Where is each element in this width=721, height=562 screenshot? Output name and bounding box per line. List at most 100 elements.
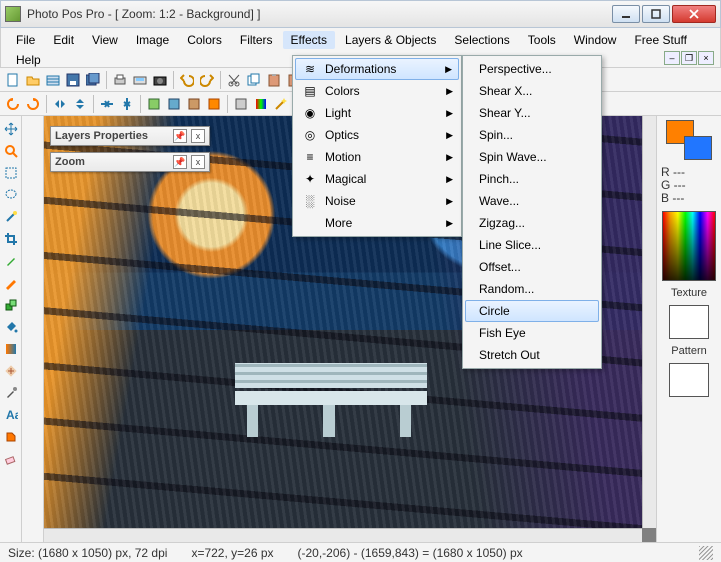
menuitem-stretch-out[interactable]: Stretch Out <box>465 344 599 366</box>
effect-b-button[interactable] <box>165 95 183 113</box>
menu-colors[interactable]: Colors <box>179 31 230 49</box>
background-swatch[interactable] <box>684 136 712 160</box>
copy-button[interactable] <box>245 71 263 89</box>
menu-view[interactable]: View <box>84 31 126 49</box>
effect-d-button[interactable] <box>205 95 223 113</box>
scanner-button[interactable] <box>131 71 149 89</box>
menuitem-random[interactable]: Random... <box>465 278 599 300</box>
texture-well[interactable] <box>669 305 709 339</box>
eraser-tool[interactable] <box>2 450 20 468</box>
menuitem-shear-x[interactable]: Shear X... <box>465 80 599 102</box>
shrink-v-button[interactable] <box>118 95 136 113</box>
wand-button[interactable] <box>272 95 290 113</box>
menuitem-magical[interactable]: ✦Magical▶ <box>295 168 459 190</box>
menu-effects[interactable]: Effects <box>283 31 335 49</box>
print-button[interactable] <box>111 71 129 89</box>
shrink-h-button[interactable] <box>98 95 116 113</box>
menu-help[interactable]: Help <box>8 51 49 69</box>
camera-button[interactable] <box>151 71 169 89</box>
menuitem-label: Circle <box>475 304 585 318</box>
crop-button[interactable] <box>232 95 250 113</box>
cut-button[interactable] <box>225 71 243 89</box>
menuitem-perspective[interactable]: Perspective... <box>465 58 599 80</box>
menuitem-shear-y[interactable]: Shear Y... <box>465 102 599 124</box>
saveall-button[interactable] <box>84 71 102 89</box>
menuitem-deformations[interactable]: ≋Deformations▶ <box>295 58 459 80</box>
move-tool[interactable] <box>2 120 20 138</box>
eyedropper-tool[interactable] <box>2 384 20 402</box>
text-tool[interactable]: Aa <box>2 406 20 424</box>
fill-tool[interactable] <box>2 318 20 336</box>
window-close-button[interactable] <box>672 5 716 23</box>
open-button[interactable] <box>24 71 42 89</box>
rotate-ccw-button[interactable] <box>4 95 22 113</box>
menu-edit[interactable]: Edit <box>45 31 82 49</box>
rect-select-tool[interactable] <box>2 164 20 182</box>
resize-grip[interactable] <box>699 546 713 560</box>
menuitem-spin[interactable]: Spin... <box>465 124 599 146</box>
menuitem-noise[interactable]: ░Noise▶ <box>295 190 459 212</box>
healing-tool[interactable] <box>2 362 20 380</box>
close-icon[interactable]: x <box>191 129 205 143</box>
mdi-minimize-button[interactable]: – <box>664 51 680 65</box>
menuitem-circle[interactable]: Circle <box>465 300 599 322</box>
menuitem-optics[interactable]: ◎Optics▶ <box>295 124 459 146</box>
effect-c-button[interactable] <box>185 95 203 113</box>
flip-v-button[interactable] <box>71 95 89 113</box>
pin-icon[interactable]: 📌 <box>173 129 187 143</box>
menuitem-motion[interactable]: ≡Motion▶ <box>295 146 459 168</box>
clone-tool[interactable] <box>2 296 20 314</box>
hue-button[interactable] <box>252 95 270 113</box>
menuitem-colors[interactable]: ▤Colors▶ <box>295 80 459 102</box>
new-button[interactable] <box>4 71 22 89</box>
save-button[interactable] <box>64 71 82 89</box>
lasso-tool[interactable] <box>2 186 20 204</box>
zoom-tool[interactable] <box>2 142 20 160</box>
flip-h-button[interactable] <box>51 95 69 113</box>
menu-tools[interactable]: Tools <box>520 31 564 49</box>
shape-tool[interactable] <box>2 428 20 446</box>
mdi-close-button[interactable]: × <box>698 51 714 65</box>
layers-panel-button[interactable] <box>44 71 62 89</box>
menu-image[interactable]: Image <box>128 31 177 49</box>
menuitem-pinch[interactable]: Pinch... <box>465 168 599 190</box>
close-icon[interactable]: x <box>191 155 205 169</box>
rotate-cw-button[interactable] <box>24 95 42 113</box>
gradient-tool[interactable] <box>2 340 20 358</box>
crop-tool[interactable] <box>2 230 20 248</box>
menuitem-fish-eye[interactable]: Fish Eye <box>465 322 599 344</box>
menu-filters[interactable]: Filters <box>232 31 281 49</box>
menu-selections[interactable]: Selections <box>446 31 517 49</box>
mdi-restore-button[interactable]: ❐ <box>681 51 697 65</box>
menuitem-light[interactable]: ◉Light▶ <box>295 102 459 124</box>
pin-icon[interactable]: 📌 <box>173 155 187 169</box>
layers-properties-panel[interactable]: Layers Properties 📌 x <box>50 126 210 146</box>
menuitem-line-slice[interactable]: Line Slice... <box>465 234 599 256</box>
window-maximize-button[interactable] <box>642 5 670 23</box>
mdi-controls: – ❐ × <box>664 50 714 70</box>
paste-button[interactable] <box>265 71 283 89</box>
brush-tool[interactable] <box>2 252 20 270</box>
menu-window[interactable]: Window <box>566 31 625 49</box>
menuitem-spin-wave[interactable]: Spin Wave... <box>465 146 599 168</box>
menuitem-wave[interactable]: Wave... <box>465 190 599 212</box>
menu-layers-objects[interactable]: Layers & Objects <box>337 31 444 49</box>
menu-file[interactable]: File <box>8 31 43 49</box>
menuitem-offset[interactable]: Offset... <box>465 256 599 278</box>
redo-button[interactable] <box>198 71 216 89</box>
window-minimize-button[interactable] <box>612 5 640 23</box>
color-swatches[interactable] <box>666 120 712 160</box>
magic-wand-tool[interactable] <box>2 208 20 226</box>
horizontal-scrollbar[interactable] <box>44 528 642 542</box>
menu-free-stuff[interactable]: Free Stuff <box>626 31 694 49</box>
pattern-well[interactable] <box>669 363 709 397</box>
zoom-panel[interactable]: Zoom 📌 x <box>50 152 210 172</box>
hue-picker[interactable] <box>662 211 716 281</box>
vertical-scrollbar[interactable] <box>642 116 656 528</box>
effect-a-button[interactable] <box>145 95 163 113</box>
bench-drawing <box>235 363 426 437</box>
pencil-tool[interactable] <box>2 274 20 292</box>
menuitem-more[interactable]: More▶ <box>295 212 459 234</box>
menuitem-zigzag[interactable]: Zigzag... <box>465 212 599 234</box>
undo-button[interactable] <box>178 71 196 89</box>
